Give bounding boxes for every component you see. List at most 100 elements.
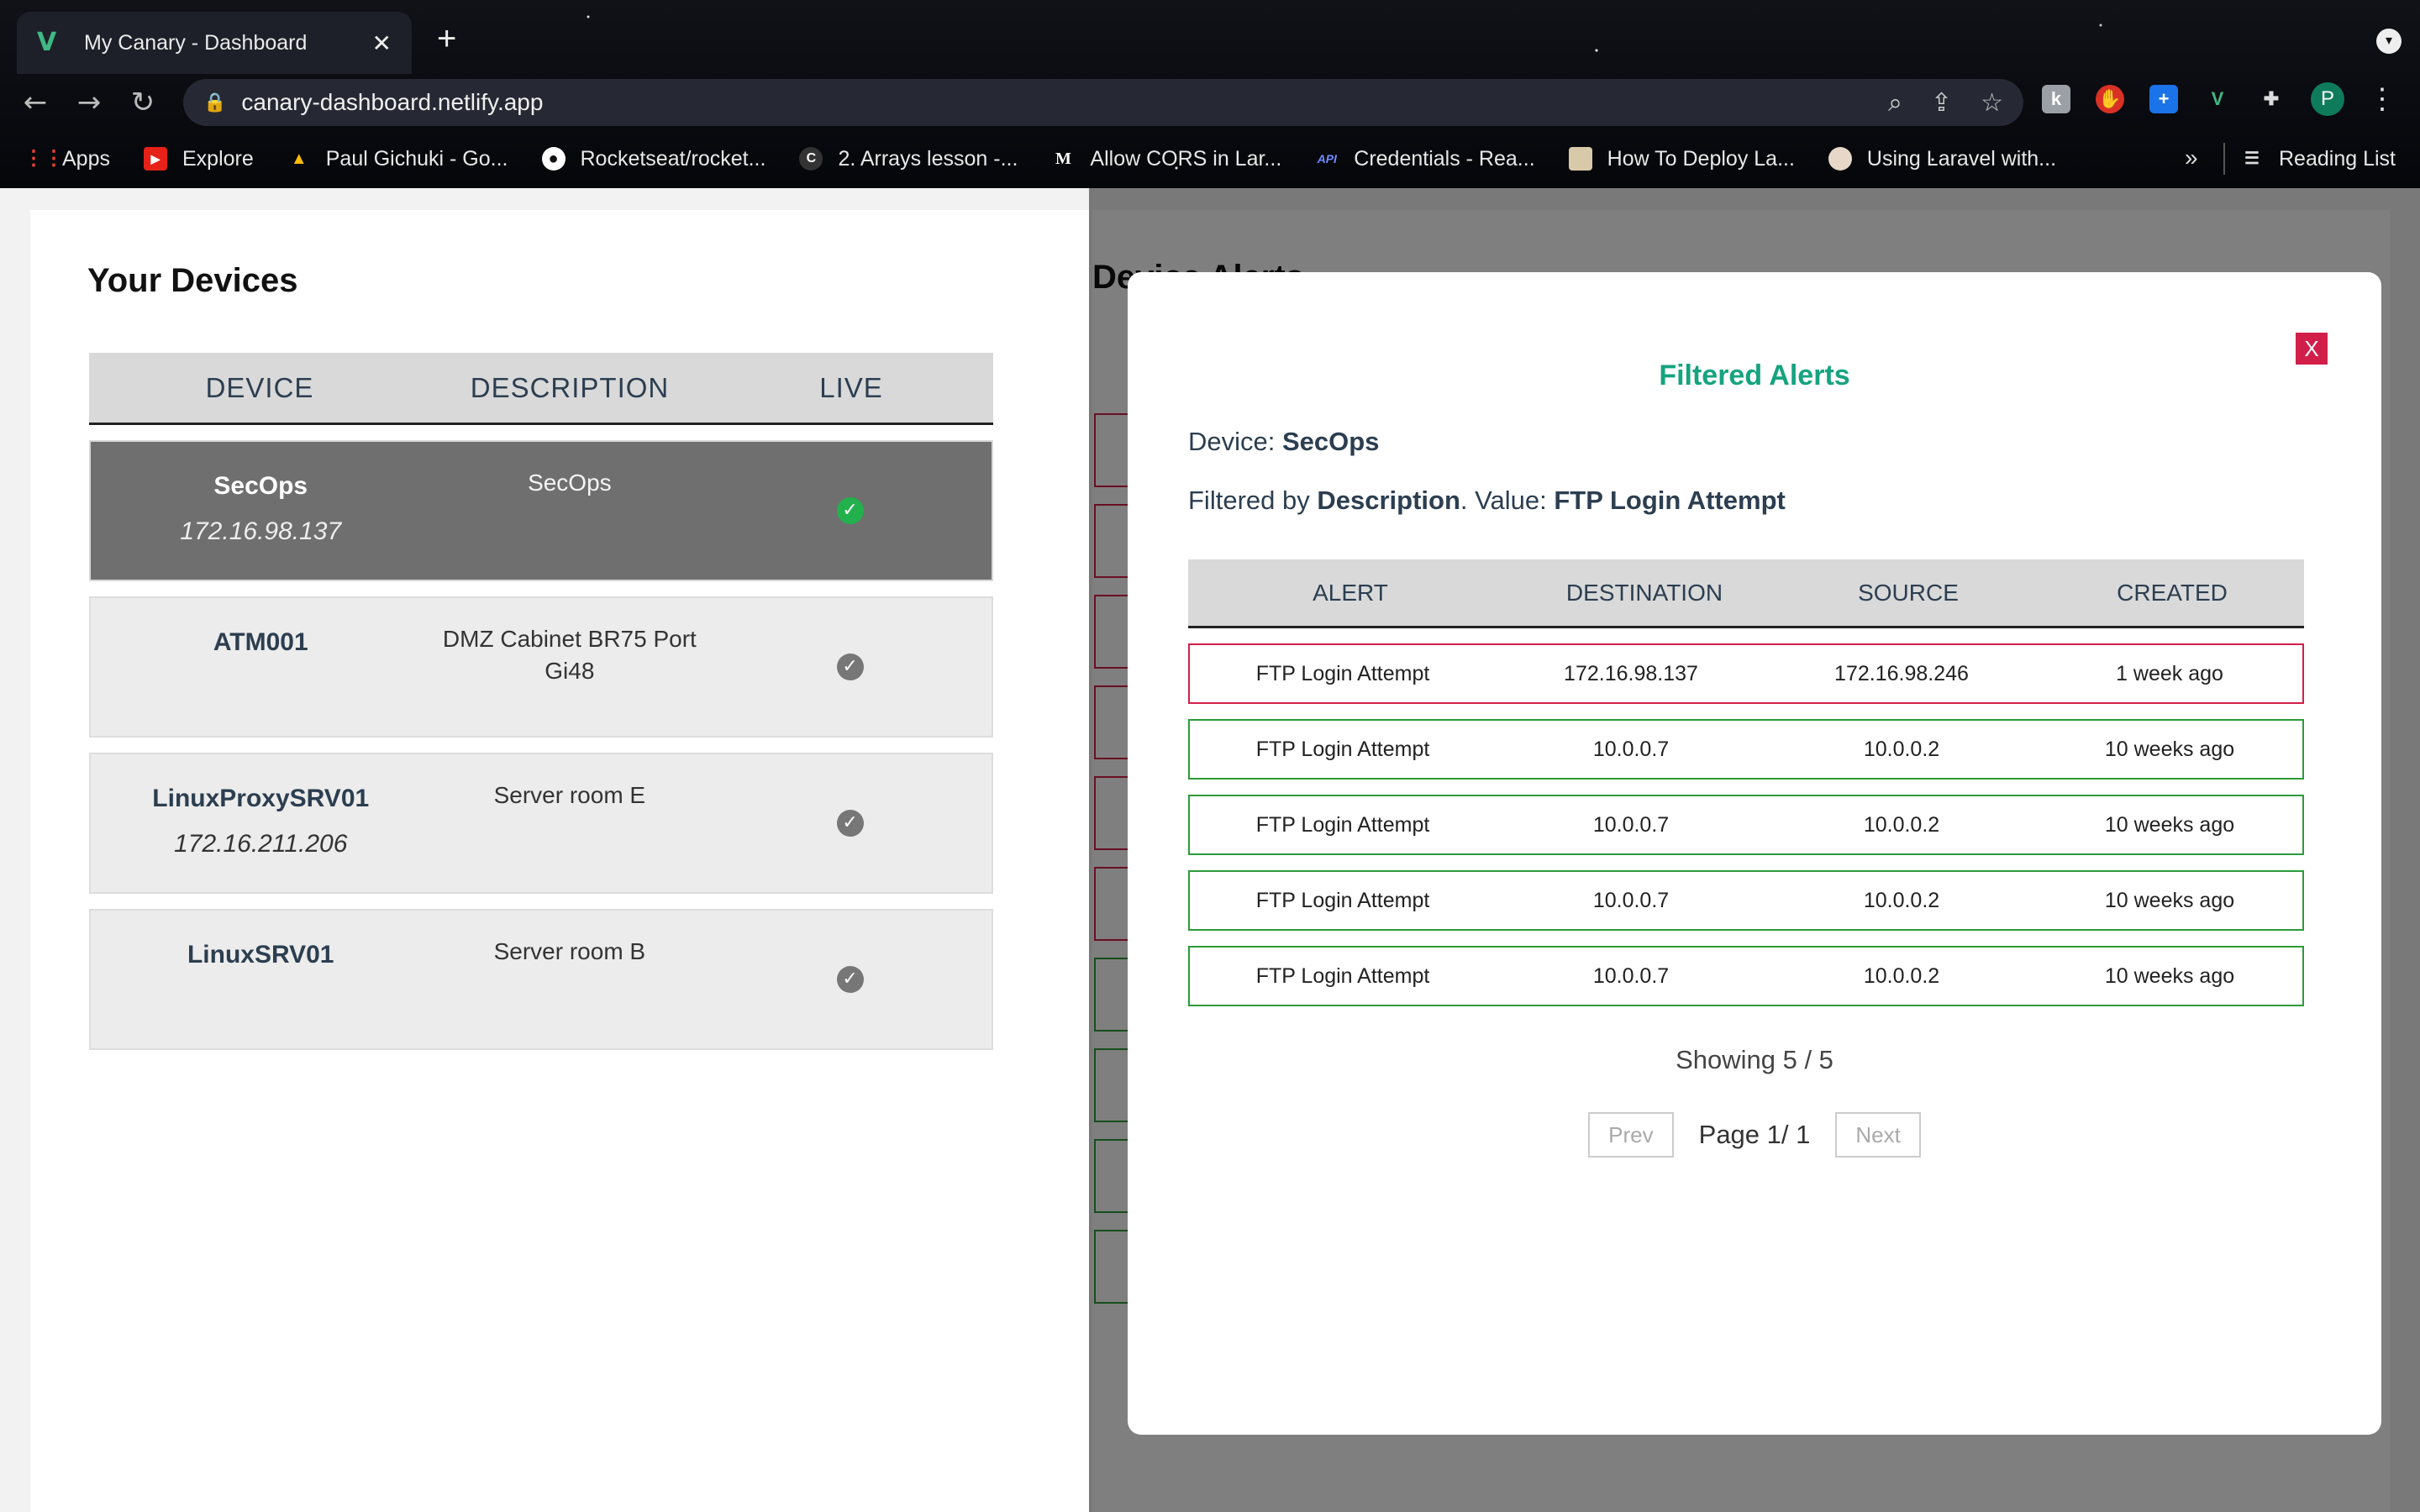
forward-icon[interactable]: → — [62, 86, 116, 119]
alert-source: 10.0.0.2 — [1863, 888, 1940, 912]
device-line: Device: SecOps — [1188, 427, 1379, 457]
header-source: SOURCE — [1858, 579, 1959, 606]
filter-value: FTP Login Attempt — [1554, 486, 1786, 515]
header-live: LIVE — [819, 371, 883, 403]
tab-close-icon[interactable]: ✕ — [372, 29, 392, 57]
filter-line: Filtered by Description. Value: FTP Logi… — [1188, 486, 1786, 516]
alert-destination: 172.16.98.137 — [1564, 661, 1698, 685]
extensions-puzzle-icon[interactable]: ✚ — [2257, 85, 2286, 113]
browser-chrome: V My Canary - Dashboard ✕ + ▾ ← → ↻ 🔒 ca… — [0, 0, 2420, 188]
github-icon: ● — [541, 147, 566, 171]
alert-name: FTP Login Attempt — [1255, 737, 1430, 761]
c-icon: C — [799, 147, 823, 171]
bookmark-item[interactable]: Using Laravel with... — [1828, 147, 2056, 171]
live-cell: ✓ — [708, 754, 992, 892]
device-label: Device: — [1188, 427, 1276, 456]
value-label: . Value: — [1460, 486, 1547, 515]
header-alert: ALERT — [1313, 579, 1388, 606]
device-cell: LinuxProxySRV01 172.16.211.206 — [91, 754, 430, 892]
bookmark-item[interactable]: C 2. Arrays lesson -... — [799, 147, 1018, 171]
alert-destination: 10.0.0.7 — [1592, 888, 1670, 912]
pagination: Prev Page 1/ 1 Next — [1128, 1112, 2381, 1158]
bookmark-item[interactable]: ▲ Paul Gichuki - Go... — [287, 147, 508, 171]
alert-created: 1 week ago — [2116, 661, 2223, 685]
bookmark-item[interactable]: M Allow CORS in Lar... — [1051, 147, 1281, 171]
profile-avatar[interactable]: P — [2311, 82, 2344, 116]
youtube-icon: ▶ — [143, 147, 167, 171]
device-name: SecOps — [213, 472, 308, 500]
alert-created: 10 weeks ago — [2104, 812, 2235, 837]
alerts-table-header: ALERT DESTINATION SOURCE CREATED — [1188, 559, 2304, 628]
device-cell: ATM001 — [91, 598, 430, 736]
api-icon: API — [1317, 152, 1337, 165]
offline-check-icon: ✓ — [836, 966, 864, 993]
alert-created: 10 weeks ago — [2104, 963, 2235, 988]
back-icon[interactable]: ← — [8, 86, 62, 119]
device-description: SecOps — [528, 470, 612, 496]
navigation-bar: ← → ↻ 🔒 canary-dashboard.netlify.app ⌕ ⇪… — [0, 74, 2420, 131]
alert-row[interactable]: FTP Login Attempt 10.0.0.7 10.0.0.2 10 w… — [1188, 719, 2304, 780]
device-cell: SecOps 172.16.98.137 — [91, 442, 430, 580]
alert-created: 10 weeks ago — [2104, 737, 2235, 761]
bookmark-item[interactable]: ▶ Explore — [143, 147, 254, 171]
devices-card: Your Devices DEVICE DESCRIPTION LIVE Sec… — [30, 210, 1089, 1512]
bookmark-item[interactable]: How To Deploy La... — [1568, 147, 1795, 171]
page-icon — [1568, 147, 1592, 171]
bookmark-item[interactable]: ⋮⋮ Apps — [24, 147, 110, 171]
prev-button[interactable]: Prev — [1588, 1112, 1674, 1158]
lock-icon: 🔒 — [203, 92, 227, 113]
device-row-linuxsrv01[interactable]: LinuxSRV01 Server room B ✓ — [89, 909, 993, 1050]
extension-k-icon[interactable]: k — [2042, 85, 2070, 113]
device-description: Server room E — [493, 782, 646, 808]
bookmark-star-icon[interactable]: ☆ — [1981, 88, 2003, 118]
zoom-icon[interactable]: ⌕ — [1888, 88, 1902, 118]
browser-menu-icon[interactable]: ⋮ — [2368, 82, 2396, 116]
alert-row[interactable]: FTP Login Attempt 172.16.98.137 172.16.9… — [1188, 643, 2304, 704]
vue-logo-icon: V — [37, 28, 57, 57]
alert-source: 172.16.98.246 — [1834, 661, 1969, 685]
reading-list-button[interactable]: ☰ Reading List — [2240, 138, 2396, 180]
offline-check-icon: ✓ — [836, 810, 864, 837]
extension-plus-icon[interactable]: + — [2149, 85, 2178, 113]
alert-name: FTP Login Attempt — [1255, 963, 1430, 988]
bookmark-item[interactable]: API Credentials - Rea... — [1315, 147, 1535, 171]
share-icon[interactable]: ⇪ — [1931, 88, 1952, 118]
offline-check-icon: ✓ — [836, 654, 864, 680]
header-destination: DESTINATION — [1565, 579, 1723, 606]
device-row-secops[interactable]: SecOps 172.16.98.137 SecOps ✓ — [89, 440, 993, 581]
device-description: DMZ Cabinet BR75 Port Gi48 — [442, 626, 697, 684]
alert-name: FTP Login Attempt — [1255, 888, 1430, 912]
reload-icon[interactable]: ↻ — [116, 86, 170, 119]
url-text[interactable]: canary-dashboard.netlify.app — [241, 89, 1860, 116]
new-tab-button[interactable]: + — [437, 22, 456, 55]
profile-dropdown-icon[interactable]: ▾ — [2376, 29, 2402, 54]
alert-destination: 10.0.0.7 — [1592, 737, 1670, 761]
devices-table: DEVICE DESCRIPTION LIVE SecOps 172.16.98… — [89, 353, 993, 1050]
header-description: DESCRIPTION — [470, 371, 670, 403]
devices-table-header: DEVICE DESCRIPTION LIVE — [89, 353, 993, 425]
header-created: CREATED — [2117, 579, 2228, 606]
device-row-linuxproxysrv01[interactable]: LinuxProxySRV01 172.16.211.206 Server ro… — [89, 753, 993, 894]
filtered-by-label: Filtered by — [1188, 486, 1310, 515]
page-viewport: Your Devices DEVICE DESCRIPTION LIVE Sec… — [0, 188, 2420, 1512]
alert-name: FTP Login Attempt — [1255, 661, 1430, 685]
alert-row[interactable]: FTP Login Attempt 10.0.0.7 10.0.0.2 10 w… — [1188, 795, 2304, 855]
alert-row[interactable]: FTP Login Attempt 10.0.0.7 10.0.0.2 10 w… — [1188, 946, 2304, 1006]
device-name: ATM001 — [213, 628, 308, 656]
bookmarks-bar: ⋮⋮ Apps ▶ Explore ▲ Paul Gichuki - Go...… — [0, 138, 2420, 180]
more-bookmarks-icon[interactable]: » — [2185, 144, 2198, 171]
filtered-alerts-modal: X Filtered Alerts Device: SecOps Filtere… — [1128, 272, 2381, 1435]
device-row-atm001[interactable]: ATM001 DMZ Cabinet BR75 Port Gi48 ✓ — [89, 596, 993, 738]
reading-list-icon: ☰ — [2244, 150, 2260, 168]
extension-block-icon[interactable]: ✋ — [2096, 85, 2124, 113]
address-bar[interactable]: 🔒 canary-dashboard.netlify.app ⌕ ⇪ ☆ — [183, 79, 2023, 126]
bookmark-item[interactable]: ● Rocketseat/rocket... — [541, 147, 765, 171]
next-button[interactable]: Next — [1835, 1112, 1921, 1158]
alert-destination: 10.0.0.7 — [1592, 812, 1670, 837]
vue-devtools-icon[interactable]: V — [2203, 85, 2232, 113]
device-ip: 172.16.98.137 — [180, 517, 342, 545]
browser-tab[interactable]: V My Canary - Dashboard ✕ — [17, 12, 412, 74]
device-description: Server room B — [493, 938, 646, 964]
alert-source: 10.0.0.2 — [1863, 812, 1940, 837]
alert-row[interactable]: FTP Login Attempt 10.0.0.7 10.0.0.2 10 w… — [1188, 870, 2304, 931]
